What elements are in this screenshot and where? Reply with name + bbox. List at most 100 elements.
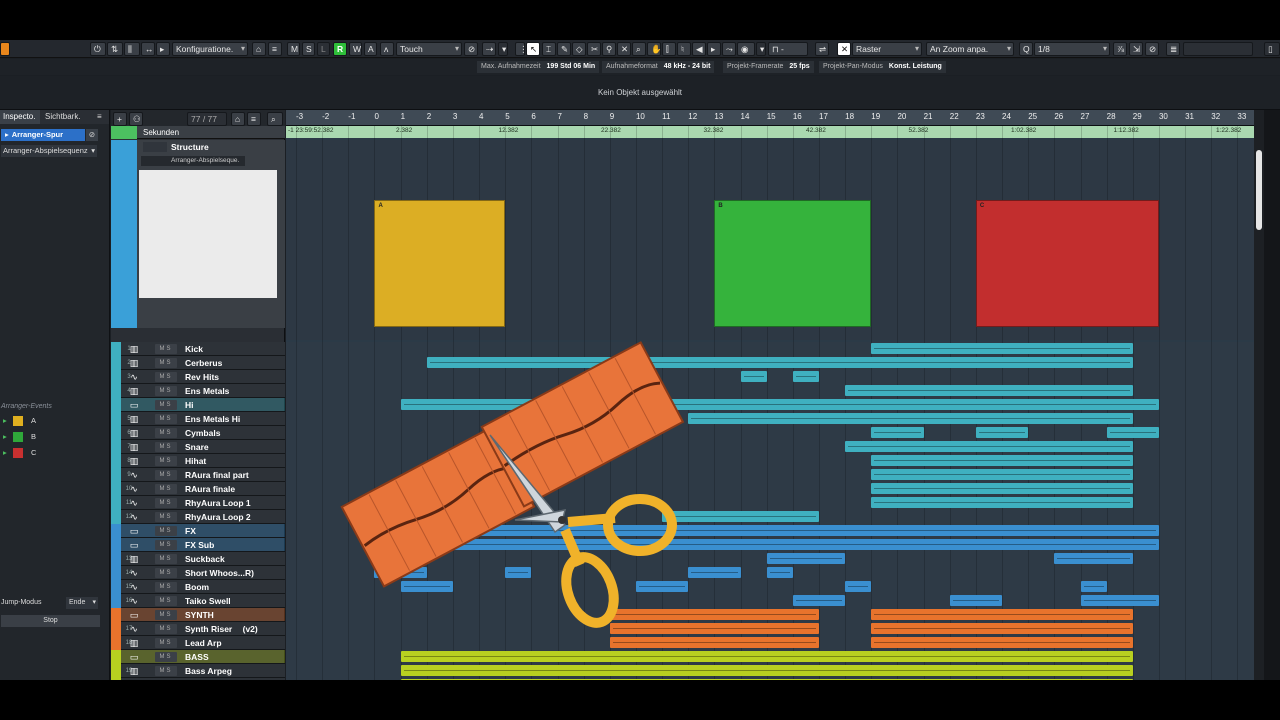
arranger-track[interactable]: Structure Arranger-Abspielseque.	[111, 140, 285, 328]
autoscroll-icon[interactable]: ⇢	[482, 42, 496, 56]
event-clip[interactable]	[374, 539, 1159, 550]
track-row[interactable]: 7 ▥ MS Snare	[111, 440, 285, 454]
event-clip[interactable]	[609, 609, 819, 620]
event-clip[interactable]	[845, 385, 1133, 396]
record-format[interactable]: Aufnahmeformat 48 kHz - 24 bit	[602, 61, 715, 73]
dropdown-icon[interactable]: ▾	[498, 42, 508, 56]
track-row[interactable]: 11 ∿ MS RhyAura Loop 1	[111, 496, 285, 510]
event-clip[interactable]	[871, 483, 1133, 494]
mute-solo-buttons[interactable]: MS	[155, 638, 177, 648]
track-row[interactable]: 14 ∿ MS Short Whoos...R)	[111, 566, 285, 580]
event-clip[interactable]	[374, 525, 1159, 536]
range-select-tool-icon[interactable]: ⌶	[542, 42, 556, 56]
event-clip[interactable]	[871, 609, 1133, 620]
event-clip[interactable]	[400, 679, 1133, 680]
snap-on-icon[interactable]: ✕	[837, 42, 851, 56]
eraser-tool-icon[interactable]: ◇	[572, 42, 586, 56]
bar-ruler[interactable]: -3 -2 -1 0 1 2 3 4 5 6 7 8 9 10 11 12 13 14 15 16 17 18 19 20 21…	[286, 110, 1254, 126]
mute-solo-buttons[interactable]: MS	[155, 526, 177, 536]
track-row[interactable]: 6 ▥ MS Cymbals	[111, 426, 285, 440]
constrain-delay-icon[interactable]: ⇅	[107, 42, 123, 56]
object-select-tool-icon[interactable]: ↖	[526, 42, 540, 56]
timewarp-icon[interactable]: ♮	[677, 42, 691, 56]
track-row[interactable]: 17 ∿ MS Synth Riser (v2)	[111, 622, 285, 636]
event-clip[interactable]	[871, 343, 1133, 354]
add-track-icon[interactable]: +	[113, 112, 127, 126]
project-window[interactable]: -3 -2 -1 0 1 2 3 4 5 6 7 8 9 10 11 12 13 14 15 16 17 18 19 20 21…	[286, 110, 1254, 680]
event-clip[interactable]	[871, 623, 1133, 634]
event-clip[interactable]	[1080, 581, 1107, 592]
snap-type-select[interactable]: ⊓ -	[768, 42, 808, 56]
track-row[interactable]: 5 ▥ MS Ens Metals Hi	[111, 412, 285, 426]
track-row[interactable]: 4 ▥ MS Ens Metals	[111, 384, 285, 398]
event-clip[interactable]	[400, 581, 453, 592]
seconds-ruler[interactable]: -1 23:59:52.382 2.382 12.382 22.382 32.382 42…	[286, 126, 1254, 138]
listen-button[interactable]: L	[317, 42, 330, 56]
ruler-track[interactable]: Sekunden	[111, 126, 285, 139]
mute-solo-buttons[interactable]: MS	[155, 568, 177, 578]
folder-track[interactable]: ▭ MS FX Sub	[111, 538, 285, 552]
event-clip[interactable]	[792, 595, 846, 606]
track-row[interactable]: 8 ▥ MS Hihat	[111, 454, 285, 468]
arranger-chain-box[interactable]	[139, 170, 277, 298]
automation-icon[interactable]: ʌ	[380, 42, 394, 56]
event-clip[interactable]	[635, 581, 689, 592]
line-tool-icon[interactable]: ⤳	[722, 42, 736, 56]
vertical-scrollbar[interactable]	[1254, 110, 1264, 680]
edit-icon[interactable]: ⊘	[86, 129, 98, 141]
event-clip[interactable]	[609, 623, 819, 634]
folder-track[interactable]: ▭ MS BASS	[111, 650, 285, 664]
mute-solo-buttons[interactable]: MS	[155, 582, 177, 592]
mute-tool-icon[interactable]: ✕	[617, 42, 631, 56]
event-clip[interactable]	[374, 567, 427, 578]
forward-icon[interactable]: ▸	[156, 42, 170, 56]
iterative-quantize-icon[interactable]: ⅞	[1113, 42, 1127, 56]
event-clip[interactable]	[871, 427, 924, 438]
mute-solo-buttons[interactable]: MS	[155, 372, 177, 382]
event-clip[interactable]	[975, 427, 1029, 438]
grid-type-select[interactable]: Raster	[852, 42, 922, 56]
track-presets-icon[interactable]: ⚇	[129, 112, 143, 126]
mute-solo-buttons[interactable]: MS	[155, 512, 177, 522]
write-automation-button[interactable]: W	[349, 42, 362, 56]
speaker-icon[interactable]: ◀	[692, 42, 706, 56]
mute-solo-buttons[interactable]: MS	[155, 652, 177, 662]
event-clip[interactable]	[400, 651, 1133, 662]
read-automation-button[interactable]: R	[333, 42, 347, 56]
mute-solo-icon[interactable]	[143, 142, 167, 152]
search-icon[interactable]: ⌕	[267, 112, 283, 126]
event-clip[interactable]	[505, 567, 532, 578]
track-row[interactable]: 9 ∿ MS RAura final part	[111, 468, 285, 482]
track-row[interactable]: 1 ▥ MS Kick	[111, 342, 285, 356]
stop-button[interactable]: Stop	[1, 615, 100, 627]
mute-solo-buttons[interactable]: MS	[155, 540, 177, 550]
mute-solo-buttons[interactable]: MS	[155, 498, 177, 508]
mute-solo-buttons[interactable]: MS	[155, 442, 177, 452]
event-clip[interactable]	[871, 637, 1133, 648]
mute-solo-buttons[interactable]: MS	[155, 666, 177, 676]
mixer-icon[interactable]: ⫼	[124, 42, 140, 56]
mute-solo-buttons[interactable]: MS	[155, 344, 177, 354]
mute-solo-buttons[interactable]: MS	[155, 400, 177, 410]
arranger-event-item[interactable]: ▸ B	[1, 431, 101, 443]
comp-tool-icon[interactable]: ⫿	[662, 42, 676, 56]
event-clip[interactable]	[400, 665, 1133, 676]
event-clip[interactable]	[766, 567, 793, 578]
arranger-chain-select[interactable]: Arranger-Abspielsequenz ▾	[1, 145, 97, 157]
mute-solo-buttons[interactable]: MS	[155, 624, 177, 634]
glue-tool-icon[interactable]: ⚲	[602, 42, 616, 56]
track-row[interactable]: 13 ▥ MS Suckback	[111, 552, 285, 566]
mute-solo-buttons[interactable]: MS	[155, 596, 177, 606]
event-clip[interactable]	[1080, 595, 1159, 606]
mute-solo-buttons[interactable]: MS	[155, 610, 177, 620]
home-icon[interactable]: ⌂	[231, 112, 245, 126]
project-pan-mode[interactable]: Projekt-Pan-Modus Konst. Leistung	[819, 61, 946, 73]
split-tool-icon[interactable]: ✂	[587, 42, 601, 56]
event-clip[interactable]	[688, 567, 741, 578]
quantize-icon[interactable]: Q	[1019, 42, 1033, 56]
snap-toggle-icon[interactable]: ⇌	[815, 42, 829, 56]
arranger-event-item[interactable]: ▸ A	[1, 415, 101, 427]
track-row[interactable]: 15 ∿ MS Boom	[111, 580, 285, 594]
list-icon[interactable]: ≡	[247, 112, 261, 126]
mute-solo-buttons[interactable]: MS	[155, 414, 177, 424]
